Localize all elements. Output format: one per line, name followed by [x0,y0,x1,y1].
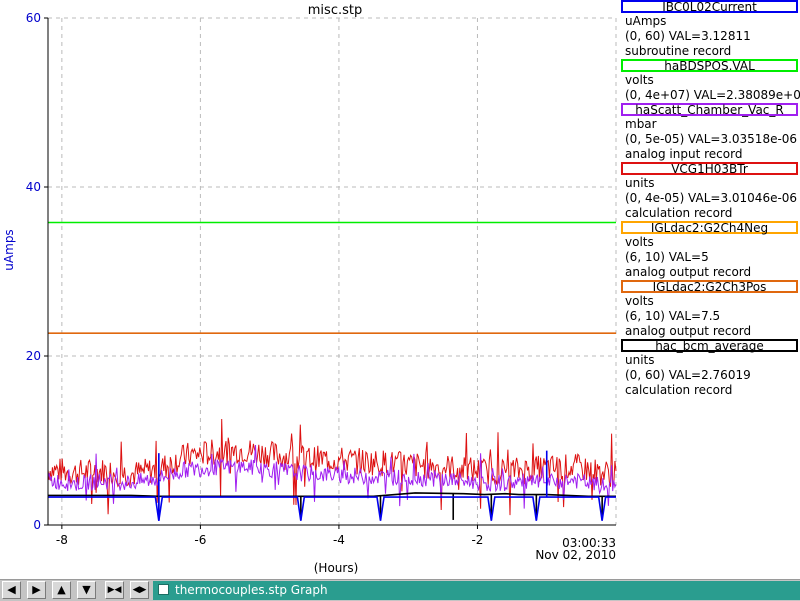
legend-item-hascatt-chamber-vac[interactable]: haScatt_Chamber_Vac_R mbar (0, 5e-05) VA… [620,103,800,162]
task-title: thermocouples.stp Graph [175,583,328,597]
legend-record: calculation record [625,206,733,220]
legend-range: (6, 10) VAL=7.5 [625,309,721,323]
zoom-in-button[interactable]: ▶◀ [105,581,124,599]
legend-record: analog output record [625,324,752,338]
legend-name: IBC0L02Current [662,0,757,14]
legend-box[interactable]: VCG1H03BTr [621,162,798,175]
x-tick-label: -4 [333,533,345,547]
y-axis-label: uAmps [2,229,16,270]
scroll-down-button[interactable]: ▼ [77,581,96,599]
legend-name: hac_bcm_average [655,339,764,353]
legend-range: (6, 10) VAL=5 [625,250,709,264]
window-icon [158,584,169,595]
x-tick-label: -8 [56,533,68,547]
legend-range: (0, 4e+07) VAL=2.38089e+07 [625,88,800,102]
legend-record: analog output record [625,265,752,279]
legend-item-hac-bcm-average[interactable]: hac_bcm_average units (0, 60) VAL=2.7601… [620,339,800,398]
legend-unit: units [625,176,655,190]
legend-box[interactable]: IBC0L02Current [621,0,798,13]
x-axis-label: (Hours) [314,561,359,575]
series-line-ibc0l02current [48,496,616,521]
y-tick-label: 0 [33,518,41,532]
scroll-right-button[interactable]: ▶ [27,581,46,599]
x-tick-label: -6 [194,533,206,547]
chart-title: misc.stp [308,3,362,18]
task-button-graph[interactable]: thermocouples.stp Graph [153,581,800,600]
legend-unit: mbar [625,117,657,131]
legend-item-ibc0l02current[interactable]: IBC0L02Current uAmps (0, 60) VAL=3.12811… [620,0,800,59]
legend-range: (0, 5e-05) VAL=3.03518e-06 [625,132,798,146]
legend-box[interactable]: haScatt_Chamber_Vac_R [621,103,798,116]
legend-name: haBDSPOS.VAL [664,59,755,73]
legend-name: IGLdac2:G2Ch3Pos [652,280,767,294]
legend-box[interactable]: IGLdac2:G2Ch4Neg [621,221,798,234]
legend-name: haScatt_Chamber_Vac_R [635,103,784,117]
legend-range: (0, 60) VAL=3.12811 [625,29,751,43]
legend: IBC0L02Current uAmps (0, 60) VAL=3.12811… [620,0,800,398]
legend-record: subroutine record [625,44,732,58]
legend-unit: units [625,353,655,367]
legend-unit: volts [625,235,654,249]
legend-name: VCG1H03BTr [671,162,748,176]
legend-unit: volts [625,73,654,87]
series-layer [47,221,617,521]
legend-item-igldac2-g2ch4neg[interactable]: IGLdac2:G2Ch4Neg volts (6, 10) VAL=5 ana… [620,221,800,280]
legend-record: analog input record [625,147,743,161]
legend-item-habdspos[interactable]: haBDSPOS.VAL volts (0, 4e+07) VAL=2.3808… [620,59,800,103]
legend-box[interactable]: IGLdac2:G2Ch3Pos [621,280,798,293]
end-date-label: Nov 02, 2010 [535,548,616,562]
legend-unit: uAmps [625,14,667,28]
grid-layer [48,17,617,525]
zoom-out-button[interactable]: ◀▶ [130,581,149,599]
axes-layer [47,18,616,526]
legend-box[interactable]: haBDSPOS.VAL [621,59,798,72]
series-line-vcg1h03btr [47,418,617,516]
y-tick-label: 60 [26,11,41,25]
y-tick-label: 40 [26,180,41,194]
taskbar: ◀ ▶ ▲ ▼ ▶◀ ◀▶ thermocouples.stp Graph [0,579,800,601]
legend-record: calculation record [625,383,733,397]
legend-range: (0, 60) VAL=2.76019 [625,368,751,382]
scroll-up-button[interactable]: ▲ [52,581,71,599]
series-line-hac-bcm-average [48,492,616,498]
legend-box[interactable]: hac_bcm_average [621,339,798,352]
legend-name: IGLdac2:G2Ch4Neg [650,221,769,235]
legend-range: (0, 4e-05) VAL=3.01046e-06 [625,191,798,205]
legend-item-igldac2-g2ch3pos[interactable]: IGLdac2:G2Ch3Pos volts (6, 10) VAL=7.5 a… [620,280,800,339]
scroll-left-button[interactable]: ◀ [2,581,21,599]
y-tick-label: 20 [26,349,41,363]
legend-item-vcg1h03btr[interactable]: VCG1H03BTr units (0, 4e-05) VAL=3.01046e… [620,162,800,221]
legend-unit: volts [625,294,654,308]
x-tick-label: -2 [471,533,483,547]
